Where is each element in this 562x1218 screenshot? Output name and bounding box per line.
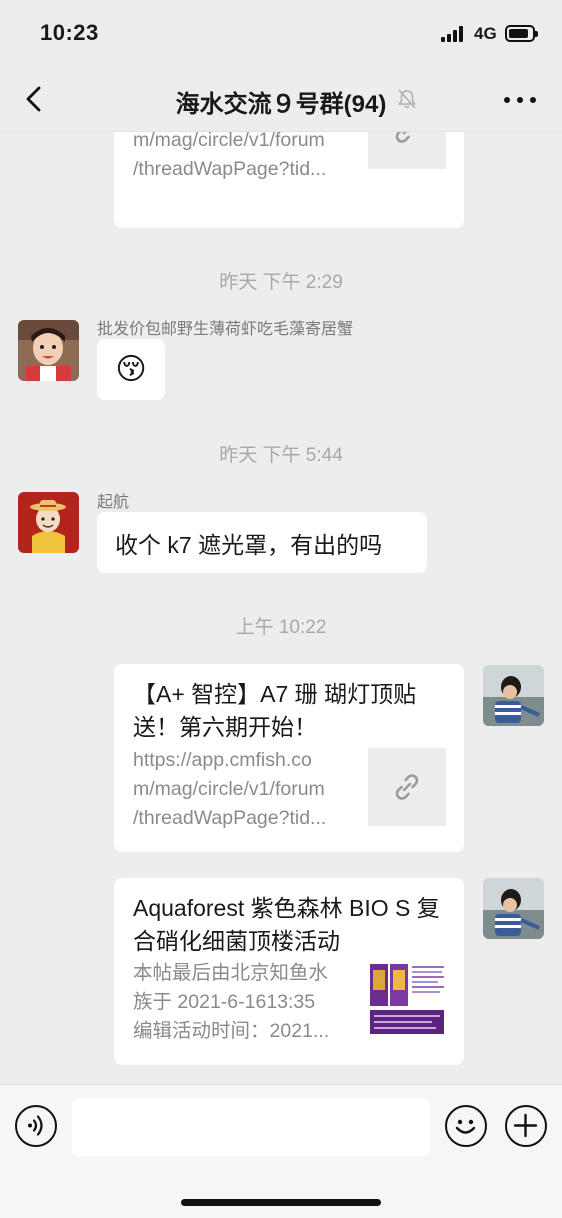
avatar[interactable] xyxy=(18,492,79,553)
message-input[interactable] xyxy=(72,1098,430,1156)
link-icon xyxy=(395,774,419,800)
page-title[interactable]: 海水交流９号群(94) xyxy=(0,84,562,119)
emoji-button[interactable] xyxy=(445,1105,487,1147)
voice-button[interactable] xyxy=(15,1105,57,1147)
timestamp: 昨天 下午 2:29 xyxy=(219,272,343,293)
link-card-desc: https://app.cmfish.co m/mag/circle/v1/fo… xyxy=(133,132,327,180)
battery-icon xyxy=(505,25,538,42)
link-thumbnail xyxy=(368,132,446,169)
more-icon[interactable] xyxy=(504,97,536,103)
voice-icon xyxy=(28,1115,43,1136)
mute-icon xyxy=(398,89,416,109)
message-bubble[interactable]: 收个 k7 遮光罩，有出的吗 xyxy=(97,512,427,573)
link-card[interactable]: https://app.cmfish.co m/mag/circle/v1/fo… xyxy=(114,132,464,228)
sender-name: 起航 xyxy=(97,494,130,511)
timestamp: 上午 10:22 xyxy=(235,617,327,638)
sender-name: 批发价包邮野生薄荷虾吃毛藻寄居蟹 xyxy=(97,321,354,338)
link-card[interactable]: Aquaforest 紫色森林 BIO S 复合硝化细菌顶楼活动 本帖最后由北京… xyxy=(114,878,464,1065)
link-card-desc: 本帖最后由北京知鱼水 族于 2021-6-1613:35 编辑活动时间：2021… xyxy=(133,962,330,1042)
timestamp: 昨天 下午 5:44 xyxy=(219,445,343,466)
status-bar: 10:23 4G xyxy=(0,0,562,66)
link-card[interactable]: 【A+ 智控】A7 珊 瑚灯顶贴送！第六期开始！ https://app.cmf… xyxy=(114,664,464,852)
link-card-title: 【A+ 智控】A7 珊 瑚灯顶贴送！第六期开始！ xyxy=(133,681,417,740)
network-label: 4G xyxy=(474,24,497,43)
avatar[interactable] xyxy=(483,665,544,726)
status-time: 10:23 xyxy=(40,20,99,45)
link-card-desc: https://app.cmfish.co m/mag/circle/v1/fo… xyxy=(133,749,327,829)
input-bar xyxy=(0,1084,562,1218)
home-indicator[interactable] xyxy=(181,1199,381,1206)
product-thumbnail xyxy=(368,960,446,1038)
chat-area[interactable]: https://app.cmfish.co m/mag/circle/v1/fo… xyxy=(0,132,562,1084)
plus-button[interactable] xyxy=(505,1105,547,1147)
signal-icon xyxy=(441,26,465,42)
link-icon xyxy=(395,132,410,143)
smiley-icon xyxy=(455,1119,476,1134)
avatar[interactable] xyxy=(483,878,544,939)
avatar[interactable] xyxy=(18,320,79,381)
plus-icon xyxy=(513,1113,538,1138)
nav-bar: 海水交流９号群(94) xyxy=(0,66,562,132)
link-card-title: Aquaforest 紫色森林 BIO S 复合硝化细菌顶楼活动 xyxy=(133,895,440,954)
link-thumbnail xyxy=(368,748,446,826)
emoji-content: 😚 xyxy=(115,353,147,386)
message-text: 收个 k7 遮光罩，有出的吗 xyxy=(115,531,383,558)
message-bubble[interactable]: 😚 xyxy=(97,339,165,400)
